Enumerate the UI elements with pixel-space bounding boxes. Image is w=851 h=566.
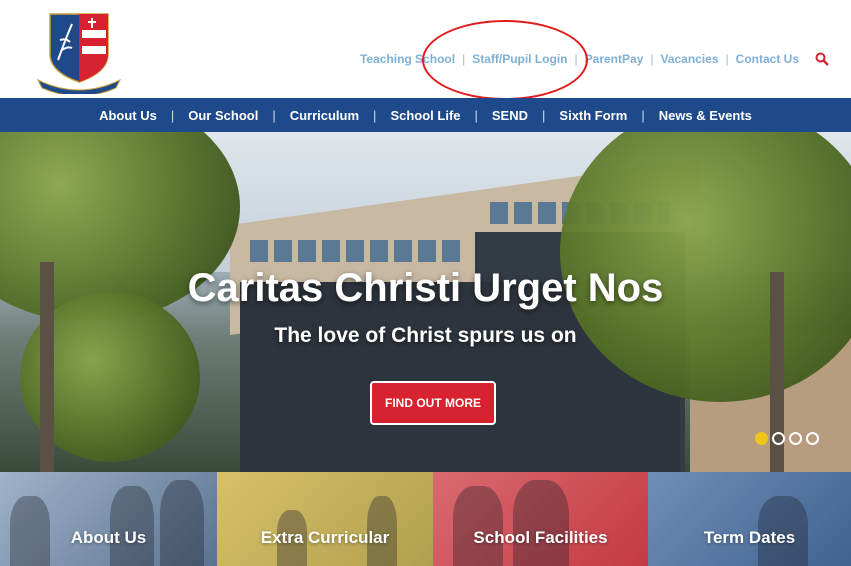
slider-dots (755, 432, 819, 445)
hero-slider: Caritas Christi Urget Nos The love of Ch… (0, 132, 851, 472)
tile-term-dates[interactable]: Term Dates (648, 472, 851, 566)
tile-extra-curricular[interactable]: Extra Curricular (217, 472, 433, 566)
photo-figure (513, 480, 569, 566)
nav-item-sixth-form[interactable]: Sixth Form (559, 108, 627, 123)
separator: | (462, 52, 466, 66)
nav-separator: | (170, 107, 175, 123)
contact-us-link[interactable]: Contact Us (736, 52, 799, 66)
nav-separator: | (474, 107, 478, 123)
parentpay-link[interactable]: ParentPay (585, 52, 644, 66)
nav-separator: | (542, 107, 546, 123)
hero-title: Caritas Christi Urget Nos (187, 266, 664, 310)
nav-item-about-us[interactable]: About Us (99, 108, 157, 123)
nav-item-news-events[interactable]: News & Events (659, 108, 752, 123)
nav-item-send[interactable]: SEND (492, 108, 528, 123)
slider-dot-1[interactable] (755, 432, 768, 445)
building-windows (250, 240, 460, 262)
nav-item-curriculum[interactable]: Curriculum (290, 108, 359, 123)
nav-item-school-life[interactable]: School Life (390, 108, 460, 123)
tile-school-facilities[interactable]: School Facilities (433, 472, 648, 566)
nav-separator: | (373, 107, 377, 123)
teaching-school-link[interactable]: Teaching School (360, 52, 455, 66)
school-crest-logo[interactable] (36, 10, 122, 94)
hero-subtitle: The love of Christ spurs us on (274, 324, 577, 347)
separator: | (725, 52, 729, 66)
photo-figure (110, 486, 154, 566)
tile-label: About Us (70, 528, 147, 547)
site-header: Teaching School | Staff/Pupil Login | Pa… (0, 0, 851, 100)
slider-dot-3[interactable] (789, 432, 802, 445)
photo-figure (10, 496, 50, 566)
vacancies-link[interactable]: Vacancies (660, 52, 718, 66)
tile-label: Extra Curricular (260, 528, 390, 547)
photo-figure (160, 480, 204, 566)
nav-item-our-school[interactable]: Our School (188, 108, 258, 123)
tile-label: School Facilities (473, 528, 608, 547)
quick-link-tiles: About Us Extra Curricular School Facilit… (0, 472, 851, 566)
slider-dot-2[interactable] (772, 432, 785, 445)
tile-about-us[interactable]: About Us (0, 472, 217, 566)
search-icon[interactable] (815, 52, 829, 66)
photo-figure (453, 486, 503, 566)
nav-separator: | (272, 107, 276, 123)
slider-dot-4[interactable] (806, 432, 819, 445)
tile-label: Term Dates (703, 528, 796, 547)
staff-pupil-login-link[interactable]: Staff/Pupil Login (472, 52, 567, 66)
separator: | (650, 52, 654, 66)
separator: | (574, 52, 578, 66)
main-nav: About Us | Our School | Curriculum | Sch… (0, 98, 851, 132)
nav-separator: | (641, 107, 645, 123)
find-out-more-button[interactable]: FIND OUT MORE (370, 381, 496, 425)
top-links: Teaching School | Staff/Pupil Login | Pa… (360, 52, 829, 66)
